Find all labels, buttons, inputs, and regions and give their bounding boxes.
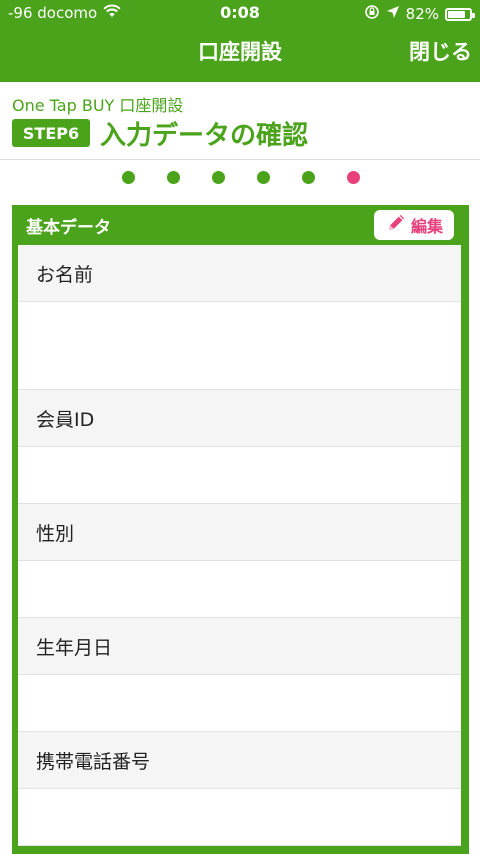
battery-icon (445, 7, 475, 21)
step-badge: STEP6 (12, 119, 90, 147)
basic-data-card: 基本データ 編集 お名前 会員ID 性別 生年月日 携帯電話番号 (12, 205, 469, 854)
page-subtitle: One Tap BUY 口座開設 (12, 96, 184, 115)
page-title: 入力データの確認 (100, 121, 309, 151)
location-arrow-icon (386, 5, 400, 23)
row-value-birthdate (18, 675, 461, 732)
rotation-lock-icon (364, 4, 380, 24)
battery-percent: 82% (405, 5, 439, 23)
nav-title: 口座開設 (198, 40, 282, 64)
pencil-icon (385, 212, 407, 239)
progress-dot (212, 171, 225, 184)
row-value-gender (18, 561, 461, 618)
top-bar: -96 docomo 0:08 82% 口座開設 閉じる (0, 0, 480, 82)
row-value-name (18, 302, 461, 390)
row-label-gender: 性別 (18, 504, 461, 561)
step-header: One Tap BUY 口座開設 STEP6 入力データの確認 (0, 82, 480, 160)
row-label-name: お名前 (18, 245, 461, 302)
row-label-member-id: 会員ID (18, 390, 461, 447)
battery-fill (448, 10, 465, 18)
close-button[interactable]: 閉じる (409, 36, 472, 66)
edit-label: 編集 (410, 219, 443, 236)
progress-dot (302, 171, 315, 184)
data-rows: お名前 会員ID 性別 生年月日 携帯電話番号 (18, 245, 461, 846)
progress-dot (122, 171, 135, 184)
row-value-mobile-phone (18, 789, 461, 846)
row-value-member-id (18, 447, 461, 504)
progress-dot (347, 171, 360, 184)
row-label-birthdate: 生年月日 (18, 618, 461, 675)
status-right: 82% (364, 4, 475, 24)
progress-dot (257, 171, 270, 184)
status-bar: -96 docomo 0:08 82% (0, 0, 480, 28)
edit-button[interactable]: 編集 (374, 210, 454, 240)
progress-dots (122, 171, 360, 184)
progress-dot (167, 171, 180, 184)
row-label-mobile-phone: 携帯電話番号 (18, 732, 461, 789)
card-title: 基本データ (26, 218, 111, 238)
